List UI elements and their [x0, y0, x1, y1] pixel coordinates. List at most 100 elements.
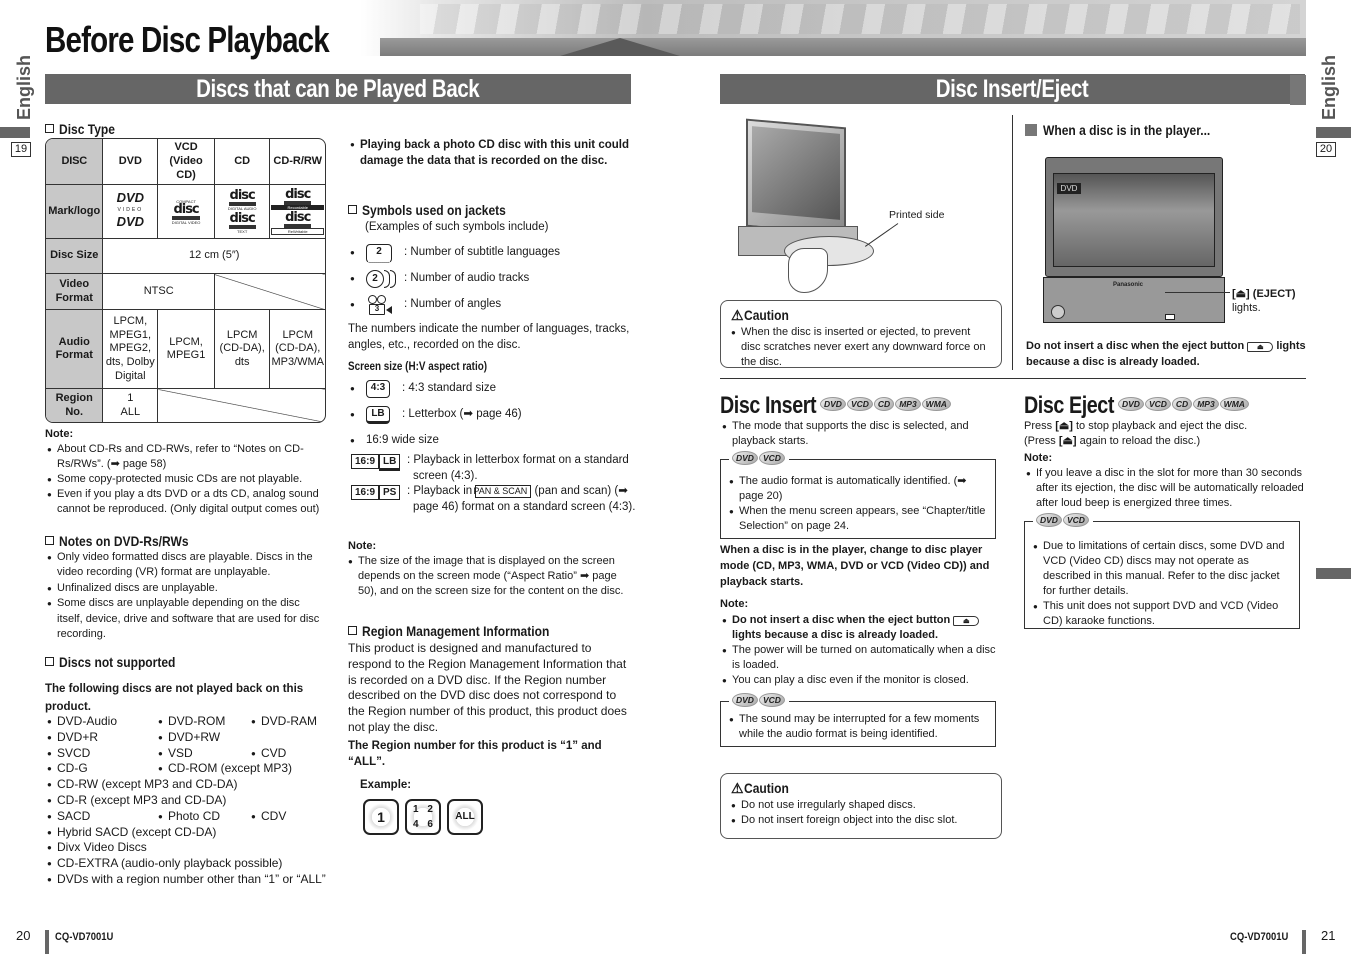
printed-side-label: Printed side	[889, 209, 945, 221]
not-supported-item: ● SVCD	[47, 745, 91, 760]
region-na	[157, 388, 325, 422]
not-supported-item: ● Divx Video Discs	[47, 840, 147, 855]
model-right: CQ-VD7001U	[1230, 931, 1289, 943]
disc-type-heading: Disc Type	[45, 120, 124, 139]
badge-mp3: MP3	[895, 397, 921, 411]
disc-size-value: 12 cm (5″)	[102, 238, 325, 275]
not-supported-item: ● CD-EXTRA (audio-only playback possible)	[47, 856, 283, 871]
badge-dvd: DVD	[820, 397, 846, 411]
eject-leader	[1165, 292, 1230, 293]
disc-insert-dvd-box: DVDVCD The audio format is automatically…	[720, 451, 996, 539]
not-supported-row: ● CD-EXTRA (audio-only playback possible)	[47, 856, 337, 872]
not-supported-row: ● SVCD ● VSD ● CVD	[47, 746, 337, 762]
not-supported-item: ● CD-R (except MP3 and CD-DA)	[47, 792, 227, 807]
example-label: Example:	[360, 779, 412, 791]
pan-scan-label: PAN & SCAN	[473, 485, 532, 498]
page-number-right: 21	[1321, 928, 1336, 943]
audio-vcd: LPCM, MPEG1	[157, 309, 215, 390]
region-value: 1 ALL	[102, 388, 159, 422]
disc-type-table: DISC DVD VCD (Video CD) CD CD-R/RW Mark/…	[45, 138, 326, 423]
not-supported-item: ● VSD	[158, 745, 193, 760]
disc-eject-instructions: Press [⏏] to stop playback and eject the…	[1024, 420, 1248, 447]
notes-dvdr-heading: Notes on DVD-Rs/RWs	[45, 532, 210, 551]
eject-callout: [⏏] (EJECT) lights.	[1232, 288, 1296, 315]
eject-button-icon: ⏏	[953, 615, 980, 626]
screen-wide: ● 16:9 wide size	[350, 434, 439, 447]
col-header-cd: CD	[213, 139, 271, 186]
symbol-subtitle: ● 2 : Number of subtitle languages	[350, 240, 640, 266]
wide-ps-item: 16:9 PS : Playback in PAN & SCAN (pan an…	[351, 484, 641, 515]
not-supported-item: ● CVD	[251, 745, 287, 760]
screen-size-list: ● 4:3 : 4:3 standard size ● LB : Letterb…	[350, 376, 640, 454]
badge-vcd: VCD	[846, 397, 873, 411]
warning-icon: ⚠	[731, 780, 744, 796]
screen-lb: ● LB : Letterbox (➡ page 46)	[350, 402, 640, 428]
badge-vcd: VCD	[1144, 397, 1171, 411]
not-supported-item: ● CD-G	[47, 761, 88, 776]
screen-mode-label: DVD	[1057, 183, 1081, 194]
symbols-explanation: The numbers indicate the number of langu…	[348, 323, 630, 352]
video-format-value: NTSC	[102, 273, 215, 311]
badge-wma: WMA	[1219, 397, 1249, 411]
cdrw-logo: disc Recordable disc ReWritable	[269, 184, 325, 240]
not-supported-item: ● DVDs with a region number other than “1…	[47, 871, 326, 886]
hand-shape	[788, 248, 828, 293]
in-player-heading: When a disc is in the player...	[1025, 121, 1238, 140]
col-header-cdrw: CD-R/RW	[269, 139, 325, 186]
disc-insert-bold: When a disc is in the player, change to …	[720, 544, 990, 588]
not-supported-item: ● CD-RW (except MP3 and CD-DA)	[47, 777, 238, 792]
section-title-insert-eject: Disc Insert/Eject	[720, 74, 1305, 104]
section-title-discs: Discs that can be Played Back	[45, 74, 631, 104]
not-supported-item: ● CDV	[251, 808, 287, 823]
eject-key: [⏏]	[1058, 434, 1077, 447]
symbols-intro: (Examples of such symbols include)	[365, 221, 549, 233]
footer-bar-left	[45, 930, 49, 954]
disc-eject-dvd-box: DVDVCD Due to limitations of certain dis…	[1024, 513, 1300, 629]
eject-key: [⏏]	[1055, 420, 1073, 432]
not-supported-row: ● DVDs with a region number other than “1…	[47, 872, 337, 888]
eject-button-lit	[1165, 314, 1175, 320]
model-left: CQ-VD7001U	[55, 931, 114, 943]
disc-insert-dvd-box-2: DVDVCD The sound may be interrupted for …	[720, 693, 996, 747]
region-bold: The Region number for this product is “1…	[348, 740, 602, 768]
badge-mp3: MP3	[1193, 397, 1219, 411]
not-supported-item: ● CD-ROM (except MP3)	[158, 761, 293, 776]
tag-ps: PS	[379, 485, 401, 500]
region-1-icon: 1	[363, 799, 399, 835]
disc-eject-note: Note: If you leave a disc in the slot fo…	[1024, 451, 1309, 511]
not-supported-row: ● DVD+R ● DVD+RW	[47, 730, 337, 746]
not-supported-row: ● SACD ● Photo CD ● CDV	[47, 809, 337, 825]
section-ref-left: 19	[11, 142, 31, 157]
row-label-size: Disc Size	[46, 238, 104, 275]
not-supported-item: ● DVD+R	[47, 729, 99, 744]
disc-insert-illustration	[738, 118, 898, 298]
square-bullet-icon	[1025, 124, 1037, 136]
badge-wma: WMA	[921, 397, 951, 411]
col-header-vcd: VCD (Video CD)	[157, 139, 215, 186]
warning-icon: ⚠	[731, 307, 744, 323]
tag-169: 16:9	[351, 454, 380, 469]
side-bar-left	[0, 127, 30, 138]
not-supported-item: ● DVD-RAM	[251, 714, 317, 728]
tag-lb: LB	[379, 454, 401, 471]
letterbox-icon: LB	[366, 406, 390, 424]
audio-cdrw: LPCM (CD-DA), MP3/WMA	[269, 309, 325, 390]
column-divider	[1012, 115, 1013, 370]
video-format-na	[213, 273, 325, 311]
audio-tracks-icon: 2	[366, 270, 396, 288]
not-supported-row: ● DVD-Audio ● DVD-ROM ● DVD-RAM	[47, 714, 337, 730]
language-tab-right: English	[1319, 54, 1339, 120]
not-supported-row: ● Hybrid SACD (except CD-DA)	[47, 825, 337, 841]
disc-insert-intro: The mode that supports the disc is selec…	[722, 419, 997, 449]
notes-dvdr-list: Only video formatted discs are playable.…	[47, 550, 327, 642]
dvd-logo: DVD VIDEO DVD	[102, 184, 159, 240]
angles-icon: 3	[366, 295, 394, 315]
screen-43: ● 4:3 : 4:3 standard size	[350, 376, 640, 402]
photo-cd-warning: Playing back a photo CD disc with this u…	[350, 137, 630, 169]
aspect-43-icon: 4:3	[366, 380, 390, 398]
caution-box-2: ⚠Caution Do not use irregularly shaped d…	[720, 773, 1002, 839]
side-bar-right-lower	[1316, 568, 1351, 579]
row-label-region: Region No.	[46, 388, 104, 422]
disc-insert-badges: DVD VCD CD MP3 WMA	[820, 397, 952, 413]
badge-cd: CD	[873, 397, 895, 411]
